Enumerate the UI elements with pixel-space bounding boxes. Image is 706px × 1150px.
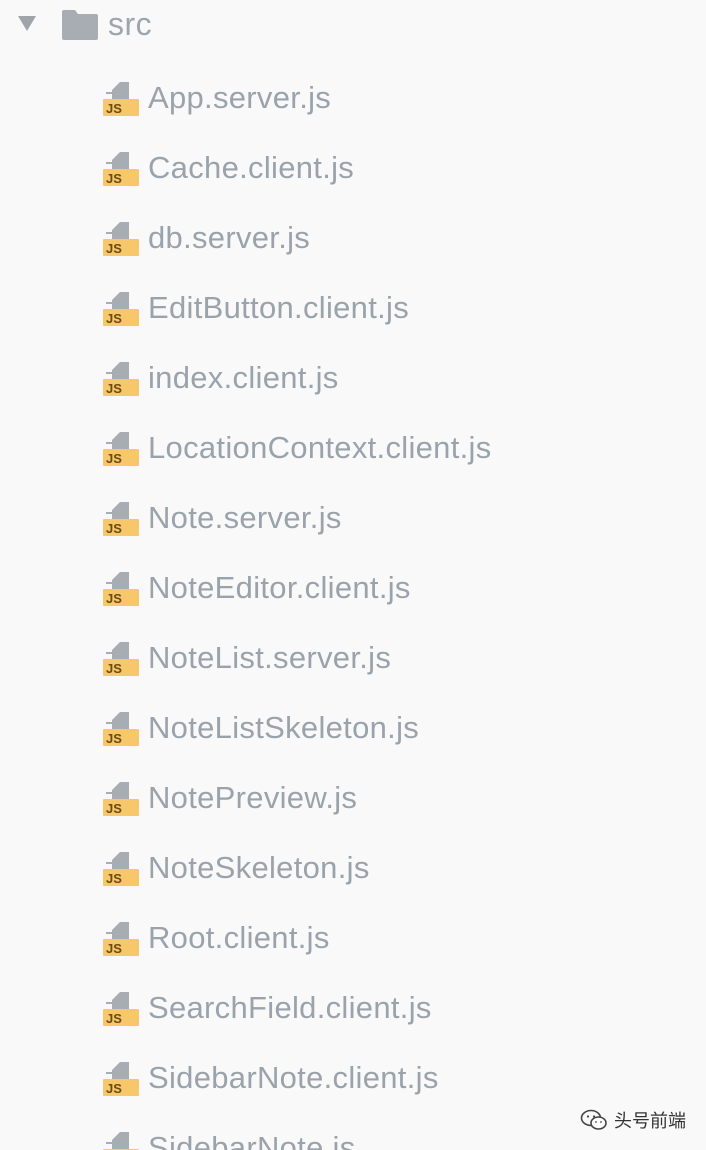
file-label: index.client.js	[148, 360, 339, 395]
file-label: LocationContext.client.js	[148, 430, 492, 465]
js-badge-text: JS	[106, 661, 122, 676]
folder-icon	[62, 10, 98, 40]
js-badge-text: JS	[106, 101, 122, 116]
js-file-icon: JS	[103, 642, 139, 676]
file-label: NoteEditor.client.js	[148, 570, 411, 605]
file-label: NoteList.server.js	[148, 640, 392, 675]
file-row[interactable]: JS NoteEditor.client.js	[0, 560, 706, 616]
watermark: 头号前端	[580, 1106, 686, 1134]
js-badge-text: JS	[106, 871, 122, 886]
js-badge-text: JS	[106, 591, 122, 606]
file-label: Note.server.js	[148, 500, 342, 535]
file-tree: src JS App.server.js JS Cache.client.js JS db…	[0, 0, 706, 1150]
file-label: SidebarNote.js	[148, 1130, 356, 1150]
js-badge-text: JS	[106, 1081, 122, 1096]
file-row[interactable]: JS db.server.js	[0, 210, 706, 266]
file-row[interactable]: JS index.client.js	[0, 350, 706, 406]
js-file-icon: JS	[103, 362, 139, 396]
js-file-icon: JS	[103, 1132, 139, 1150]
js-file-icon: JS	[103, 1062, 139, 1096]
folder-row-src[interactable]: src	[0, 0, 706, 52]
js-badge-text: JS	[106, 1011, 122, 1026]
file-label: App.server.js	[148, 80, 332, 115]
file-label: NoteSkeleton.js	[148, 850, 370, 885]
js-file-icon: JS	[103, 82, 139, 116]
js-file-icon: JS	[103, 782, 139, 816]
file-row[interactable]: JS LocationContext.client.js	[0, 420, 706, 476]
file-label: Root.client.js	[148, 920, 330, 955]
js-badge-text: JS	[106, 521, 122, 536]
file-row[interactable]: JS EditButton.client.js	[0, 280, 706, 336]
watermark-text: 头号前端	[614, 1111, 686, 1132]
js-badge-text: JS	[106, 241, 122, 256]
js-file-icon: JS	[103, 152, 139, 186]
file-row[interactable]: JS SidebarNote.client.js	[0, 1050, 706, 1106]
file-row[interactable]: JS Cache.client.js	[0, 140, 706, 196]
js-badge-text: JS	[106, 801, 122, 816]
chevron-down-icon[interactable]	[18, 16, 36, 31]
file-row[interactable]: JS NoteSkeleton.js	[0, 840, 706, 896]
file-label: EditButton.client.js	[148, 290, 410, 325]
js-file-icon: JS	[103, 432, 139, 466]
file-label: db.server.js	[148, 220, 311, 255]
js-badge-text: JS	[106, 451, 122, 466]
file-label: Cache.client.js	[148, 150, 355, 185]
js-file-icon: JS	[103, 502, 139, 536]
file-row[interactable]: JS NoteList.server.js	[0, 630, 706, 686]
file-row[interactable]: JS SearchField.client.js	[0, 980, 706, 1036]
wechat-icon	[580, 1109, 607, 1130]
file-label: NotePreview.js	[148, 780, 358, 815]
file-row[interactable]: JS Root.client.js	[0, 910, 706, 966]
file-label: SearchField.client.js	[148, 990, 432, 1025]
file-row[interactable]: JS App.server.js	[0, 70, 706, 126]
js-file-icon: JS	[103, 922, 139, 956]
js-file-icon: JS	[103, 852, 139, 886]
js-file-icon: JS	[103, 572, 139, 606]
file-row[interactable]: JS NotePreview.js	[0, 770, 706, 826]
file-label: NoteListSkeleton.js	[148, 710, 420, 745]
file-row[interactable]: JS Note.server.js	[0, 490, 706, 546]
js-badge-text: JS	[106, 941, 122, 956]
file-label: SidebarNote.client.js	[148, 1060, 439, 1095]
js-file-icon: JS	[103, 992, 139, 1026]
folder-label: src	[108, 6, 153, 42]
js-file-icon: JS	[103, 222, 139, 256]
js-file-icon: JS	[103, 712, 139, 746]
js-badge-text: JS	[106, 171, 122, 186]
js-badge-text: JS	[106, 311, 122, 326]
js-badge-text: JS	[106, 731, 122, 746]
js-file-icon: JS	[103, 292, 139, 326]
js-badge-text: JS	[106, 381, 122, 396]
file-row[interactable]: JS NoteListSkeleton.js	[0, 700, 706, 756]
